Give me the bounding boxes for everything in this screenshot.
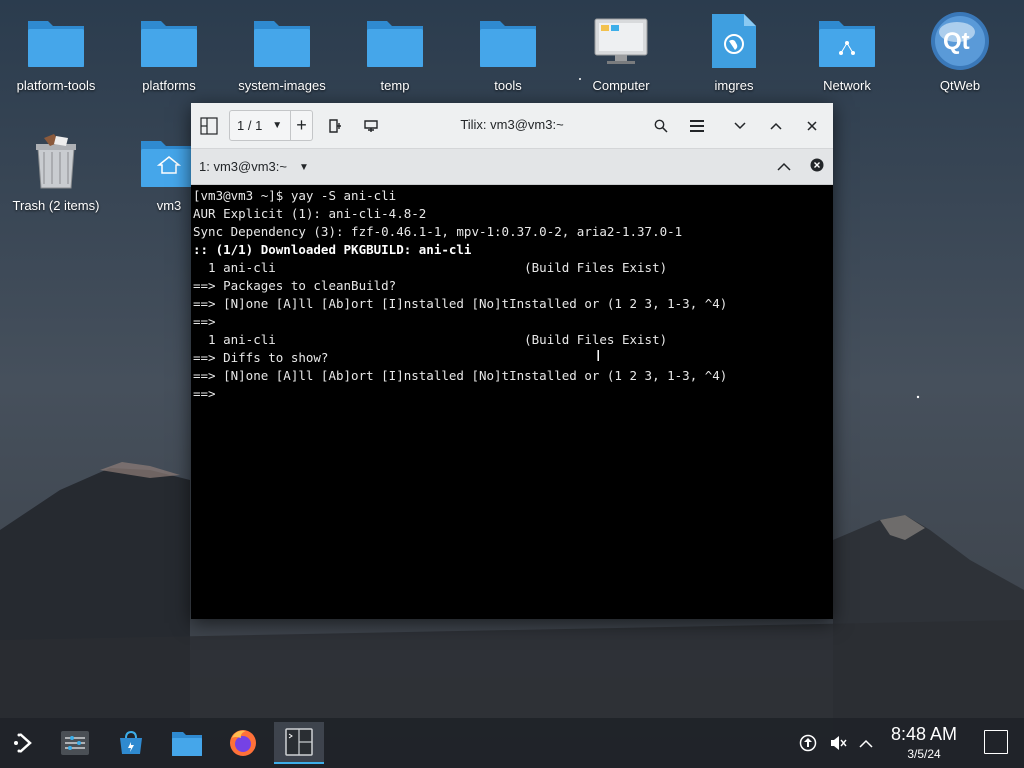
desktop-icon-platforms[interactable]: platforms [114, 10, 224, 93]
network-folder-icon [816, 10, 878, 72]
tilix-window[interactable]: 1 / 1 ▼ + Tilix: vm3@vm3:~ 1: vm3@vm3:~ [191, 103, 833, 619]
desktop-icon-label: platform-tools [16, 78, 96, 93]
chevron-down-icon [734, 122, 746, 130]
desktop-icon-qtweb[interactable]: Qt QtWeb [905, 10, 1015, 93]
session-selector[interactable]: 1 / 1 ▼ [229, 110, 291, 141]
folder-icon [138, 10, 200, 72]
computer-icon [590, 10, 652, 72]
terminal-line: :: (1/1) Downloaded PKGBUILD: ani-cli [193, 242, 472, 257]
chevron-up-icon [859, 739, 873, 748]
desktop-icon-system-images[interactable]: system-images [227, 10, 337, 93]
desktop-icon-imgres[interactable]: imgres [679, 10, 789, 93]
show-desktop-button[interactable] [984, 730, 1008, 754]
desktop-icon-trash[interactable]: Trash (2 items) [1, 130, 111, 213]
desktop-icon-network[interactable]: Network [792, 10, 902, 93]
taskbar-tilix[interactable] [274, 722, 324, 764]
tray-expand[interactable] [856, 733, 876, 753]
sidebar-toggle-button[interactable] [194, 111, 224, 141]
chevron-up-icon [770, 122, 782, 130]
terminal-line: ==> Diffs to show? [193, 350, 329, 365]
close-button[interactable] [797, 111, 827, 141]
terminal-output[interactable]: [vm3@vm3 ~]$ yay -S ani-cli AUR Explicit … [191, 185, 833, 405]
discover-store-icon [120, 730, 142, 754]
desktop-icon-temp[interactable]: temp [340, 10, 450, 93]
application-launcher-icon [14, 733, 32, 753]
chevron-up-icon [777, 162, 791, 171]
desktop-icon-platform-tools[interactable]: platform-tools [1, 10, 111, 93]
split-vertical-button[interactable] [356, 111, 386, 141]
minimize-button[interactable] [725, 111, 755, 141]
trash-icon [25, 130, 87, 192]
terminal-line: 1 ani-cli (Build Files Exist) [193, 260, 668, 275]
split-horizontal-button[interactable] [320, 111, 350, 141]
close-icon [807, 121, 817, 131]
firefox-icon [230, 730, 256, 756]
folder-icon [251, 10, 313, 72]
volume-muted-icon [831, 736, 847, 750]
search-icon [654, 119, 668, 133]
title-bar[interactable]: 1 / 1 ▼ + Tilix: vm3@vm3:~ [191, 103, 833, 149]
chevron-down-icon: ▼ [272, 120, 283, 131]
plus-icon: + [296, 115, 307, 135]
desktop-icon-label: imgres [714, 78, 754, 93]
desktop-icon-label: QtWeb [939, 78, 981, 93]
svg-text:Qt: Qt [943, 28, 970, 55]
application-launcher[interactable] [0, 722, 50, 764]
qt-logo-icon: Qt [929, 10, 991, 72]
update-notifier-icon [799, 734, 817, 752]
terminal-line: [vm3@vm3 ~]$ yay -S ani-cli [193, 188, 397, 203]
taskbar-dolphin[interactable] [162, 722, 212, 764]
dolphin-file-manager-icon [172, 732, 202, 756]
tilix-terminal-icon [285, 728, 313, 756]
clock-date[interactable]: 3/5/24 [886, 747, 962, 761]
terminal-tab-label[interactable]: 1: vm3@vm3:~ [199, 159, 287, 174]
sidebar-icon [200, 117, 218, 135]
close-circle-icon [810, 158, 824, 172]
clock-time[interactable]: 8:48 AM [886, 724, 962, 745]
terminal-line: 1 ani-cli (Build Files Exist) [193, 332, 668, 347]
add-terminal-down-icon [364, 120, 378, 132]
desktop-icon-label: Network [823, 78, 871, 93]
terminal-line: ==> [193, 314, 216, 329]
folder-icon [25, 10, 87, 72]
terminal-line: ==> Packages to cleanBuild? [193, 278, 397, 293]
terminal-close-button[interactable] [810, 158, 826, 174]
terminal-line: AUR Explicit (1): ani-cli-4.8-2 [193, 206, 427, 221]
desktop-icon-label: system-images [238, 78, 326, 93]
folder-icon [364, 10, 426, 72]
search-button[interactable] [646, 111, 676, 141]
desktop-icon-label: Trash (2 items) [12, 198, 100, 213]
desktop-icon-tools[interactable]: tools [453, 10, 563, 93]
desktop-icon-computer[interactable]: Computer [566, 10, 676, 93]
terminal-line: ==> [N]one [A]ll [Ab]ort [I]nstalled [No… [193, 296, 728, 311]
taskbar-system-settings[interactable] [50, 722, 100, 764]
text-cursor-icon: I [596, 348, 601, 365]
maximize-button[interactable] [761, 111, 791, 141]
session-count: 1 / 1 [237, 118, 263, 133]
taskbar: 8:48 AM 3/5/24 [0, 718, 1024, 768]
menu-button[interactable] [682, 111, 712, 141]
terminal-line: ==> [193, 386, 216, 401]
terminal-maximize-button[interactable] [777, 159, 793, 175]
desktop-icon-label: vm3 [156, 198, 182, 213]
chevron-down-icon[interactable]: ▼ [299, 162, 309, 173]
taskbar-discover[interactable] [106, 722, 156, 764]
add-session-button[interactable]: + [291, 110, 313, 141]
desktop-icon-label: Computer [592, 78, 650, 93]
hamburger-menu-icon [690, 120, 704, 132]
tray-updates[interactable] [798, 733, 818, 753]
system-settings-icon [61, 731, 89, 755]
terminal-line: Sync Dependency (3): fzf-0.46.1-1, mpv-1… [193, 224, 683, 239]
desktop-icon-label: platforms [142, 78, 196, 93]
folder-icon [477, 10, 539, 72]
terminal-tab-bar[interactable]: 1: vm3@vm3:~ ▼ [191, 149, 833, 185]
desktop-icon-label: tools [494, 78, 522, 93]
add-terminal-right-icon [329, 119, 341, 133]
desktop-icon-label: temp [380, 78, 410, 93]
tray-volume[interactable] [828, 733, 848, 753]
web-file-icon [703, 10, 765, 72]
terminal-line: ==> [N]one [A]ll [Ab]ort [I]nstalled [No… [193, 368, 728, 383]
taskbar-firefox[interactable] [218, 722, 268, 764]
